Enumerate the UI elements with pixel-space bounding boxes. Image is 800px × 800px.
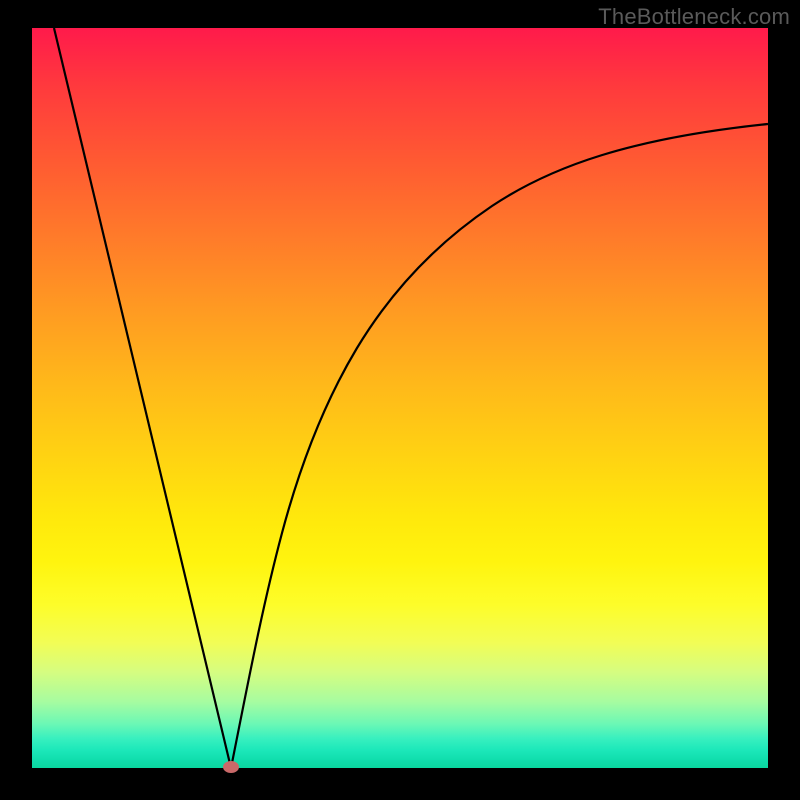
bottleneck-curve [32,28,768,768]
watermark-text: TheBottleneck.com [598,4,790,30]
curve-right-branch [231,124,768,768]
minimum-marker [223,761,239,773]
chart-frame: TheBottleneck.com [0,0,800,800]
plot-area [32,28,768,768]
curve-left-branch [54,28,231,768]
